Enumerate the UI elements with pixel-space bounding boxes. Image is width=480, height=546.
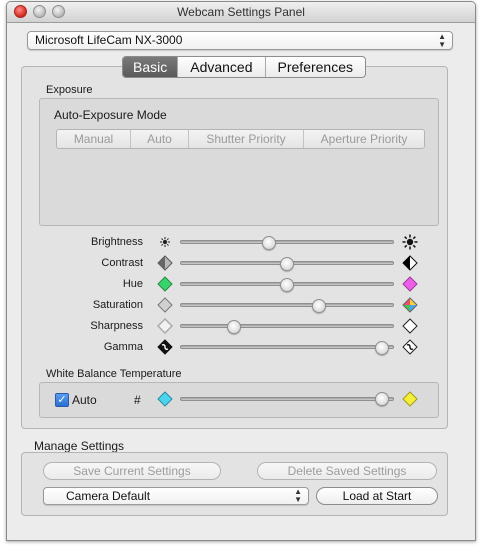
- gamma-low-icon: [157, 339, 173, 355]
- white-balance-value-field: #: [134, 393, 141, 407]
- white-balance-auto-label: Auto: [72, 393, 97, 407]
- sharpness-low-icon: [157, 318, 173, 334]
- delete-saved-settings-button[interactable]: Delete Saved Settings: [257, 462, 437, 480]
- hue-slider-knob[interactable]: [280, 278, 294, 292]
- wb-cool-icon: [157, 391, 173, 407]
- mode-manual-segment[interactable]: Manual: [57, 130, 130, 148]
- hue-label: Hue: [122, 278, 143, 290]
- saturation-label: Saturation: [92, 299, 143, 311]
- sun-small-icon: [157, 234, 173, 250]
- sharpness-slider-track[interactable]: [180, 324, 394, 328]
- window-title: Webcam Settings Panel: [177, 5, 305, 19]
- tab-advanced[interactable]: Advanced: [177, 57, 264, 77]
- white-balance-auto-checkbox[interactable]: ✓: [55, 393, 69, 407]
- saturation-low-icon: [157, 297, 173, 313]
- exposure-section-label: Exposure: [46, 84, 93, 96]
- hue-magenta-icon: [402, 276, 418, 292]
- gamma-high-icon: [402, 339, 418, 355]
- sharpness-label: Sharpness: [90, 320, 143, 332]
- saturation-slider-track[interactable]: [180, 303, 394, 307]
- brightness-slider-track[interactable]: [180, 240, 394, 244]
- brightness-slider-knob[interactable]: [261, 236, 276, 250]
- camera-select-value: Microsoft LifeCam NX-3000: [35, 33, 183, 47]
- chevron-updown-icon: ▲ ▼: [294, 487, 302, 504]
- save-current-settings-button[interactable]: Save Current Settings: [43, 462, 221, 480]
- auto-exposure-mode-control: Manual Auto Shutter Priority Aperture Pr…: [56, 129, 425, 149]
- tab-preferences[interactable]: Preferences: [264, 57, 365, 77]
- contrast-label: Contrast: [101, 257, 143, 269]
- mode-aperture-priority-segment[interactable]: Aperture Priority: [303, 130, 424, 148]
- mode-auto-segment[interactable]: Auto: [130, 130, 188, 148]
- gamma-slider-track[interactable]: [180, 345, 394, 349]
- sun-large-icon: [402, 234, 418, 250]
- gamma-label: Gamma: [103, 341, 143, 353]
- sharpness-high-icon: [402, 318, 418, 334]
- contrast-low-icon: [157, 255, 173, 271]
- contrast-high-icon: [402, 255, 418, 271]
- contrast-slider-knob[interactable]: [280, 257, 294, 271]
- white-balance-slider-track[interactable]: [180, 397, 394, 401]
- load-at-start-button[interactable]: Load at Start: [316, 487, 438, 505]
- title-bar: Webcam Settings Panel: [7, 2, 475, 23]
- gamma-slider-knob[interactable]: [374, 341, 389, 355]
- preset-select-value: Camera Default: [66, 489, 151, 503]
- camera-select[interactable]: Microsoft LifeCam NX-3000 ▲ ▼: [27, 31, 453, 50]
- brightness-label: Brightness: [91, 236, 143, 248]
- mode-shutter-priority-segment[interactable]: Shutter Priority: [188, 130, 303, 148]
- tab-basic[interactable]: Basic: [123, 57, 178, 77]
- preset-select[interactable]: Camera Default ▲ ▼: [43, 487, 309, 505]
- wb-warm-icon: [402, 391, 418, 407]
- tab-bar: Basic Advanced Preferences: [122, 56, 366, 78]
- manage-settings-section-label: Manage Settings: [34, 439, 125, 453]
- hue-green-icon: [157, 276, 173, 292]
- white-balance-slider-knob[interactable]: [374, 392, 389, 406]
- white-balance-section-label: White Balance Temperature: [46, 368, 182, 380]
- chevron-updown-icon: ▲ ▼: [438, 31, 446, 49]
- saturation-high-icon: [402, 297, 418, 313]
- auto-exposure-mode-label: Auto-Exposure Mode: [54, 108, 167, 122]
